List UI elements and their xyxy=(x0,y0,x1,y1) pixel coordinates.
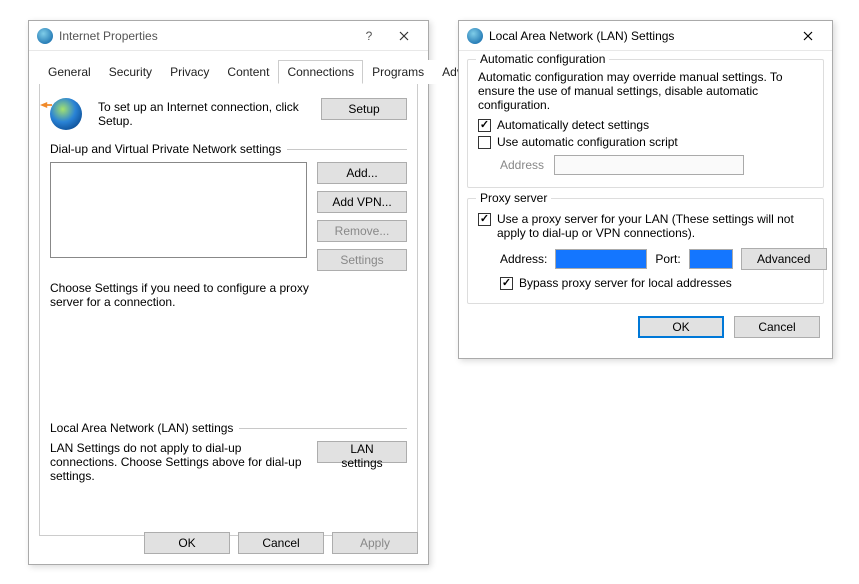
titlebar: Internet Properties ? xyxy=(29,21,428,51)
connection-globe-icon xyxy=(50,98,82,130)
internet-properties-dialog: Internet Properties ? General Security P… xyxy=(28,20,429,565)
label-use-script: Use automatic configuration script xyxy=(497,135,678,149)
proxy-port-input[interactable] xyxy=(689,249,733,269)
advanced-button[interactable]: Advanced xyxy=(741,248,827,270)
setup-button[interactable]: Setup xyxy=(321,98,407,120)
globe-icon xyxy=(467,28,483,44)
divider xyxy=(239,428,407,429)
group-proxy-server: Proxy server Use a proxy server for your… xyxy=(467,198,824,304)
group-automatic-config: Automatic configuration Automatic config… xyxy=(467,59,824,188)
label-auto-detect: Automatically detect settings xyxy=(497,118,649,132)
add-button[interactable]: Add... xyxy=(317,162,407,184)
window-title: Internet Properties xyxy=(59,29,158,43)
label-script-address: Address xyxy=(500,158,544,172)
tab-content[interactable]: Content xyxy=(218,60,278,84)
tab-panel-connections: To set up an Internet connection, click … xyxy=(39,84,418,536)
proxy-address-input[interactable] xyxy=(555,249,647,269)
help-button[interactable]: ? xyxy=(354,22,384,50)
checkbox-bypass-local[interactable] xyxy=(500,277,513,290)
close-button[interactable] xyxy=(788,22,828,50)
tab-privacy[interactable]: Privacy xyxy=(161,60,218,84)
label-bypass-local: Bypass proxy server for local addresses xyxy=(519,276,732,290)
group-dialup-label: Dial-up and Virtual Private Network sett… xyxy=(50,142,281,156)
settings-button: Settings xyxy=(317,249,407,271)
lan-settings-dialog: Local Area Network (LAN) Settings Automa… xyxy=(458,20,833,359)
add-vpn-button[interactable]: Add VPN... xyxy=(317,191,407,213)
auto-config-description: Automatic configuration may override man… xyxy=(478,70,813,112)
remove-button: Remove... xyxy=(317,220,407,242)
choose-settings-note: Choose Settings if you need to configure… xyxy=(50,281,330,309)
cancel-button[interactable]: Cancel xyxy=(734,316,820,338)
window-title: Local Area Network (LAN) Settings xyxy=(489,29,674,43)
tab-programs[interactable]: Programs xyxy=(363,60,433,84)
apply-button: Apply xyxy=(332,532,418,554)
group-lan-label: Local Area Network (LAN) settings xyxy=(50,421,233,435)
cancel-button[interactable]: Cancel xyxy=(238,532,324,554)
group-legend: Automatic configuration xyxy=(476,52,609,66)
ok-button[interactable]: OK xyxy=(638,316,724,338)
label-use-proxy: Use a proxy server for your LAN (These s… xyxy=(497,212,813,240)
label-proxy-address: Address: xyxy=(500,252,547,266)
script-address-input xyxy=(554,155,744,175)
dialog-content: General Security Privacy Content Connect… xyxy=(29,51,428,546)
globe-icon xyxy=(37,28,53,44)
checkbox-auto-detect[interactable] xyxy=(478,119,491,132)
divider xyxy=(287,149,407,150)
lan-settings-button[interactable]: LAN settings xyxy=(317,441,407,463)
checkbox-use-proxy[interactable] xyxy=(478,213,491,226)
checkbox-use-script[interactable] xyxy=(478,136,491,149)
setup-description: To set up an Internet connection, click … xyxy=(98,98,305,128)
tab-security[interactable]: Security xyxy=(100,60,161,84)
close-button[interactable] xyxy=(384,22,424,50)
ok-button[interactable]: OK xyxy=(144,532,230,554)
tab-connections[interactable]: Connections xyxy=(278,60,363,84)
lan-description: LAN Settings do not apply to dial-up con… xyxy=(50,441,307,483)
group-legend: Proxy server xyxy=(476,191,551,205)
close-icon xyxy=(399,31,409,41)
label-proxy-port: Port: xyxy=(655,252,680,266)
tab-strip: General Security Privacy Content Connect… xyxy=(39,59,418,84)
connections-listbox[interactable] xyxy=(50,162,307,258)
titlebar: Local Area Network (LAN) Settings xyxy=(459,21,832,51)
tab-general[interactable]: General xyxy=(39,60,100,84)
close-icon xyxy=(803,31,813,41)
